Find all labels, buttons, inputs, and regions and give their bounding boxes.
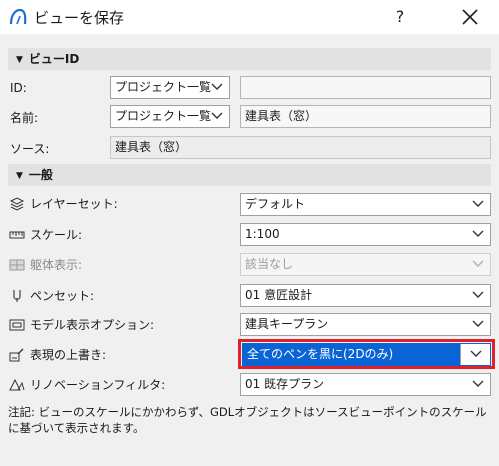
name-source-dropdown[interactable]: プロジェクト一覧 bbox=[110, 105, 230, 128]
structure-display-label: 躯体表示: bbox=[30, 258, 83, 272]
dropdown-arrow-area[interactable] bbox=[460, 344, 490, 365]
chevron-down-icon bbox=[472, 380, 484, 387]
chevron-down-icon bbox=[472, 291, 484, 298]
layer-set-label: レイヤーセット: bbox=[30, 197, 118, 211]
scale-dropdown[interactable]: 1:100 bbox=[240, 223, 491, 246]
renovation-filter-label: リノベーションフィルタ: bbox=[30, 378, 166, 392]
model-display-icon bbox=[9, 319, 25, 331]
source-label: ソース: bbox=[10, 142, 50, 156]
scale-ruler-icon bbox=[9, 231, 25, 239]
structure-display-icon bbox=[9, 259, 25, 271]
title-bar: ビューを保存 ? bbox=[0, 0, 499, 34]
chevron-down-icon bbox=[211, 112, 223, 119]
collapse-triangle-icon: ▼ bbox=[16, 171, 23, 181]
name-input[interactable]: 建具表（窓） bbox=[240, 105, 491, 128]
chevron-down-icon bbox=[211, 83, 223, 90]
section-header-view-id[interactable]: ▼ ビューID bbox=[8, 48, 491, 70]
window-title: ビューを保存 bbox=[34, 9, 125, 27]
id-label: ID: bbox=[10, 81, 27, 95]
pen-set-dropdown[interactable]: 01 意匠設計 bbox=[240, 284, 491, 307]
model-display-options-label: モデル表示オプション: bbox=[30, 318, 155, 332]
renovation-filter-icon bbox=[9, 378, 25, 391]
graphic-override-label: 表現の上書き: bbox=[30, 348, 107, 362]
chevron-down-icon bbox=[472, 320, 484, 327]
collapse-triangle-icon: ▼ bbox=[16, 55, 23, 65]
structure-display-dropdown: 該当なし bbox=[240, 253, 491, 276]
chevron-down-icon bbox=[470, 350, 482, 357]
source-field: 建具表（窓） bbox=[110, 136, 491, 159]
model-display-options-dropdown[interactable]: 建具キープラン bbox=[240, 313, 491, 336]
graphic-override-icon bbox=[9, 348, 24, 362]
pen-set-label: ペンセット: bbox=[30, 289, 95, 303]
id-source-dropdown[interactable]: プロジェクト一覧 bbox=[110, 76, 230, 99]
chevron-down-icon bbox=[472, 200, 484, 207]
layer-set-dropdown[interactable]: デフォルト bbox=[240, 193, 491, 216]
scale-label: スケール: bbox=[30, 228, 83, 242]
section-header-general[interactable]: ▼ 一般 bbox=[8, 164, 491, 186]
pen-nib-icon bbox=[13, 290, 21, 302]
layers-icon bbox=[9, 197, 25, 211]
chevron-down-icon bbox=[472, 230, 484, 237]
id-input[interactable] bbox=[240, 76, 491, 99]
scale-note: 注記: ビューのスケールにかかわらず、GDLオブジェクトはソースビューポイントの… bbox=[8, 405, 487, 435]
graphic-override-dropdown[interactable]: 全てのペンを黒に(2Dのみ) bbox=[242, 343, 491, 366]
archicad-logo-icon bbox=[9, 8, 27, 25]
chevron-down-icon bbox=[472, 260, 484, 267]
name-label: 名前: bbox=[10, 111, 39, 125]
close-icon[interactable] bbox=[458, 5, 482, 29]
help-button[interactable]: ? bbox=[388, 5, 412, 29]
renovation-filter-dropdown[interactable]: 01 既存プラン bbox=[240, 373, 491, 396]
